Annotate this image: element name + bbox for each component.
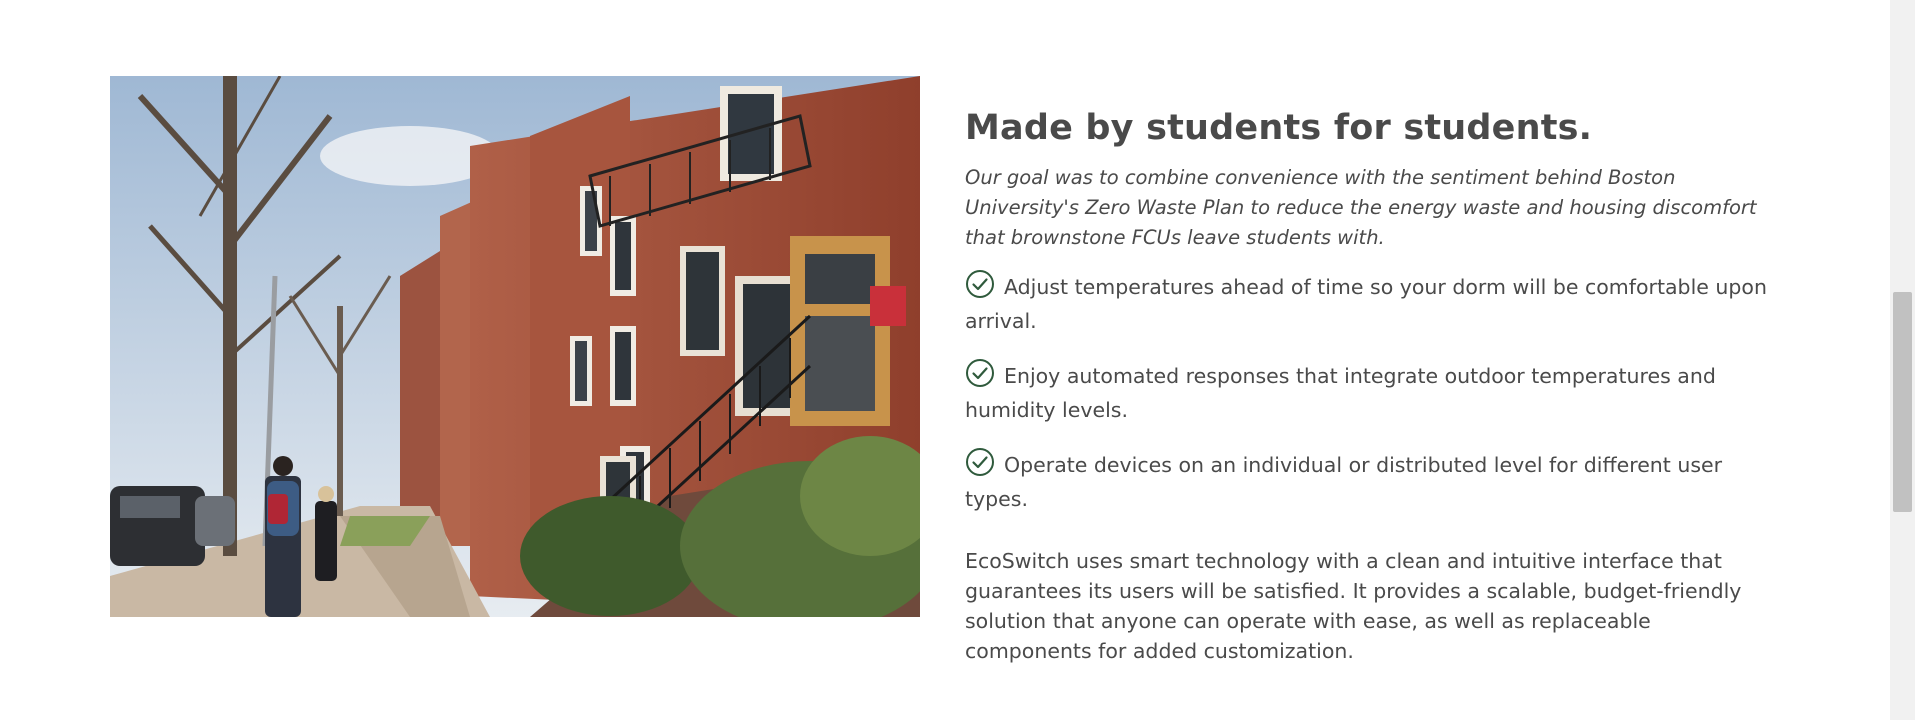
scrollbar-thumb[interactable] [1893,292,1912,512]
section-headline: Made by students for students. [965,108,1593,148]
feature-list: Adjust temperatures ahead of time so you… [965,269,1775,516]
feature-text: Enjoy automated responses that integrate… [965,364,1716,422]
feature-text: Operate devices on an individual or dist… [965,453,1723,511]
summary-paragraph: EcoSwitch uses smart technology with a c… [965,549,1742,663]
feature-text: Adjust temperatures ahead of time so you… [965,275,1767,333]
check-circle-icon [965,358,995,388]
check-circle-icon [965,447,995,477]
brownstone-street-illustration [110,76,920,617]
check-circle-icon [965,269,995,299]
feature-item: Enjoy automated responses that integrate… [965,358,1775,427]
about-section: Made by students for students. Our goal … [965,103,1775,666]
page: Made by students for students. Our goal … [0,0,1890,720]
hero-image [110,76,920,617]
feature-item: Operate devices on an individual or dist… [965,447,1775,516]
feature-item: Adjust temperatures ahead of time so you… [965,269,1775,338]
intro-paragraph: Our goal was to combine convenience with… [965,166,1757,249]
